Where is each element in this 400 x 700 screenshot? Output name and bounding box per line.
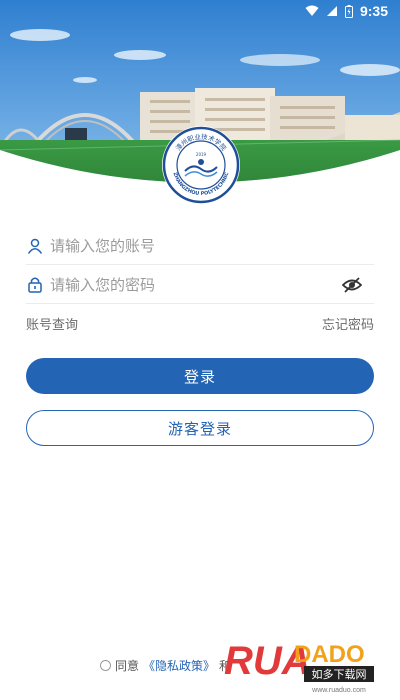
ruaduo-watermark-logo: RUA DADO 如多下载网 www.ruaduo.com bbox=[222, 628, 392, 698]
status-bar: 9:35 bbox=[0, 0, 400, 22]
account-lookup-link[interactable]: 账号查询 bbox=[26, 314, 78, 333]
account-field-row bbox=[26, 227, 374, 265]
privacy-policy-link[interactable]: 《隐私政策》 bbox=[143, 657, 215, 674]
login-button[interactable]: 登录 bbox=[26, 358, 374, 394]
svg-text:如多下载网: 如多下载网 bbox=[312, 667, 367, 681]
svg-text:2019: 2019 bbox=[196, 152, 207, 157]
svg-text:www.ruaduo.com: www.ruaduo.com bbox=[311, 687, 366, 694]
forgot-password-link[interactable]: 忘记密码 bbox=[322, 314, 374, 333]
privacy-agreement: 同意 《隐私政策》 和 bbox=[100, 657, 231, 674]
signal-icon bbox=[326, 5, 338, 17]
agree-radio[interactable] bbox=[100, 660, 111, 671]
guest-login-button[interactable]: 游客登录 bbox=[26, 410, 374, 446]
college-seal-logo: 漳州职业技术学院 ZHANGZHOU POLYTECHNIC 2019 bbox=[161, 125, 241, 205]
password-input[interactable] bbox=[50, 275, 374, 294]
agree-prefix: 同意 bbox=[115, 659, 140, 673]
eye-off-icon[interactable] bbox=[341, 276, 363, 294]
account-input[interactable] bbox=[50, 236, 374, 255]
clock-time: 9:35 bbox=[359, 3, 388, 19]
account-links-row: 账号查询 忘记密码 bbox=[26, 314, 374, 333]
password-field-row bbox=[26, 266, 374, 304]
battery-icon bbox=[344, 4, 353, 18]
wifi-icon bbox=[305, 5, 319, 17]
lock-icon bbox=[26, 276, 44, 294]
svg-text:DADO: DADO bbox=[294, 641, 365, 668]
user-icon bbox=[26, 237, 44, 255]
